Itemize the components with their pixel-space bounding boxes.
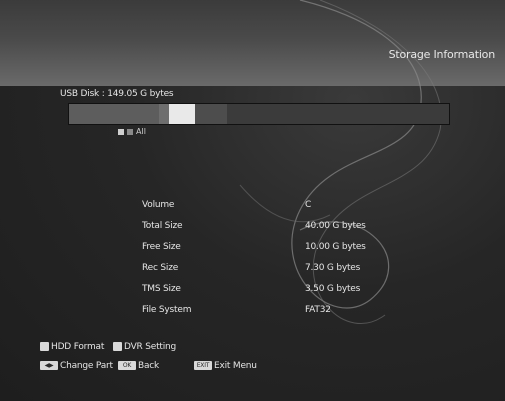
legend-swatch-icon xyxy=(127,128,133,135)
hdd-format-hint[interactable]: HDD Format xyxy=(40,342,104,352)
tms-size-label: TMS Size xyxy=(142,284,181,294)
left-right-arrows-icon: ◀▶ xyxy=(40,361,58,370)
info-row-tms-size: TMS Size 3.50 G bytes xyxy=(0,284,505,302)
exit-key-icon: EXIT xyxy=(194,361,212,370)
volume-value: C xyxy=(305,200,312,210)
back-hint[interactable]: OK Back xyxy=(118,361,159,371)
legend: All xyxy=(118,127,146,136)
tms-segment xyxy=(195,104,227,124)
ok-key-icon: OK xyxy=(118,361,136,370)
usb-disk-label: USB Disk : 149.05 G bytes xyxy=(60,89,174,99)
file-system-value: FAT32 xyxy=(305,305,331,315)
exit-menu-hint[interactable]: EXIT Exit Menu xyxy=(194,361,257,371)
info-row-free-size: Free Size 10.00 G bytes xyxy=(0,242,505,260)
file-system-label: File System xyxy=(142,305,192,315)
dvr-setting-label: DVR Setting xyxy=(124,342,177,352)
exit-menu-label: Exit Menu xyxy=(214,361,257,371)
green-key-icon xyxy=(113,342,122,351)
info-row-volume: Volume C xyxy=(0,200,505,218)
page-title: Storage Information xyxy=(388,48,496,61)
red-key-icon xyxy=(40,342,49,351)
info-row-rec-size: Rec Size 7.30 G bytes xyxy=(0,263,505,281)
hdd-format-label: HDD Format xyxy=(51,342,105,352)
rec-size-value: 7.30 G bytes xyxy=(305,263,361,273)
tms-size-value: 3.50 G bytes xyxy=(305,284,361,294)
dvr-setting-hint[interactable]: DVR Setting xyxy=(113,342,176,352)
storage-usage-bar xyxy=(68,103,450,125)
back-label: Back xyxy=(138,361,160,371)
total-size-value: 40.00 G bytes xyxy=(305,221,366,231)
rec-segment xyxy=(159,104,169,124)
free-size-label: Free Size xyxy=(142,242,181,252)
change-part-label: Change Part xyxy=(60,361,113,371)
legend-swatch-icon xyxy=(118,128,124,135)
change-part-hint[interactable]: ◀▶ Change Part xyxy=(40,361,113,371)
selected-partition-segment xyxy=(169,104,195,124)
volume-label: Volume xyxy=(142,200,175,210)
info-row-file-system: File System FAT32 xyxy=(0,305,505,323)
info-row-total-size: Total Size 40.00 G bytes xyxy=(0,221,505,239)
used-segment xyxy=(69,104,159,124)
legend-label: All xyxy=(136,127,146,136)
rec-size-label: Rec Size xyxy=(142,263,179,273)
storage-info-screen: Storage Information USB Disk : 149.05 G … xyxy=(0,0,505,401)
free-size-value: 10.00 G bytes xyxy=(305,242,366,252)
total-size-label: Total Size xyxy=(142,221,183,231)
